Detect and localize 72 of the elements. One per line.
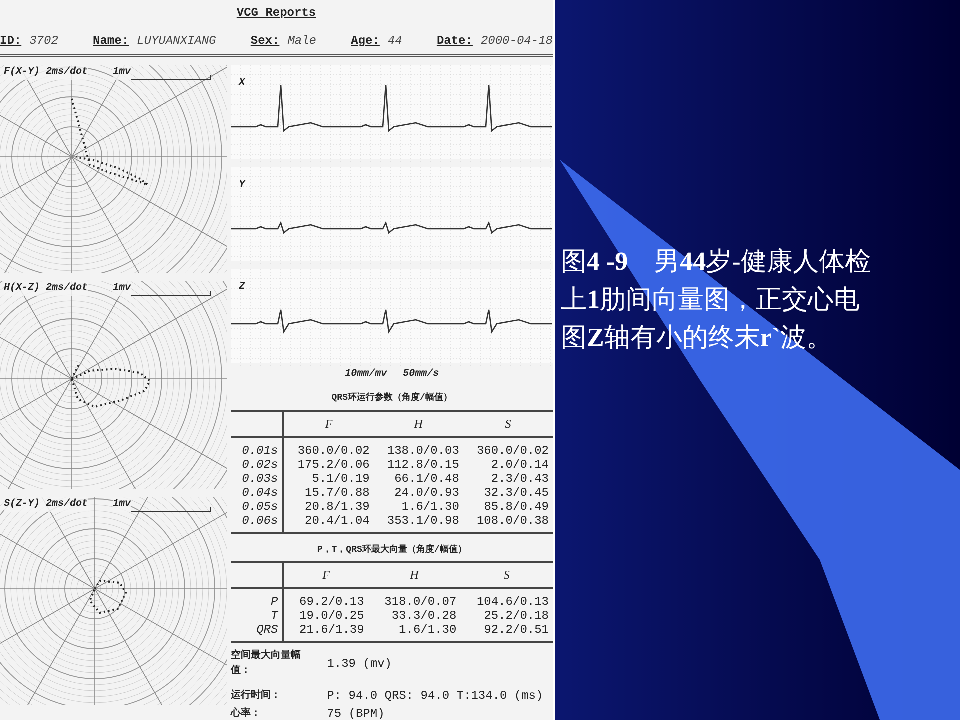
loop-label: S(Z-Y) 2ms/dot	[4, 497, 88, 512]
scale-label: 1mv	[112, 497, 131, 512]
row-label: 0.06s	[231, 514, 284, 532]
table-cell: 104.6/0.13	[460, 588, 553, 609]
table-cell-text: 2.3/0.43	[490, 472, 550, 486]
row-label: 0.02s	[231, 458, 284, 472]
table-cell-text: 24.0/0.93	[394, 486, 460, 500]
field-value: 2000-04-18	[480, 33, 553, 50]
field-label: ID:	[0, 33, 22, 50]
table-cell: 175.2/0.06	[283, 458, 374, 472]
row-label: 0.04s	[231, 486, 284, 500]
table-cell-text: 1.6/1.30	[400, 500, 460, 514]
row-label: P	[231, 588, 284, 609]
field-label: Name:	[93, 33, 130, 50]
table-cell-text: 25.2/0.18	[483, 609, 550, 623]
summary-value: 1.39 (mv)	[327, 656, 392, 673]
table-cell: 20.8/1.39	[283, 500, 374, 514]
field-value: Male	[288, 33, 316, 50]
table-cell: 92.2/0.51	[460, 623, 553, 642]
column-header: H	[374, 410, 464, 436]
table-cell: 5.1/0.19	[283, 472, 374, 486]
table-cell: 15.7/0.88	[283, 486, 374, 500]
field-value: LUYUANXIANG	[137, 33, 216, 50]
table-title: QRS环运行参数（角度/幅值）	[332, 393, 452, 403]
table-title: P，T，QRS环最大向量（角度/幅值）	[317, 544, 467, 554]
lead-label: Z	[239, 282, 246, 293]
field-label: Age:	[351, 33, 380, 50]
column-header: F	[283, 562, 368, 588]
table-cell: 69.2/0.13	[283, 588, 368, 609]
summary-label: 运行时间：	[231, 688, 282, 704]
table-cell: 360.0/0.02	[283, 436, 374, 458]
table-cell: 138.0/0.03	[374, 436, 464, 458]
row-label: QRS	[231, 623, 284, 642]
lead-label: X	[239, 78, 246, 89]
field-value: 3702	[30, 33, 58, 50]
loop-label: F(X-Y) 2ms/dot	[4, 65, 88, 80]
table-cell-text: 33.3/0.28	[390, 609, 458, 623]
table-cell: 19.0/0.25	[283, 609, 368, 623]
calibration-label: 10mm/mv	[345, 368, 388, 382]
table-cell: 108.0/0.38	[463, 514, 553, 532]
row-label: 0.03s	[231, 472, 284, 486]
summary-value: P: 94.0 QRS: 94.0 T:134.0 (ms)	[327, 688, 544, 705]
column-header: H	[368, 562, 461, 588]
column-header: S	[460, 562, 553, 588]
table-cell: 21.6/1.39	[283, 623, 368, 642]
field-value: 44	[388, 33, 402, 50]
row-label: T	[231, 609, 284, 623]
table-cell-text: 2.0/0.14	[490, 458, 550, 472]
table-cell: 318.0/0.07	[368, 588, 461, 609]
table-cell-text: 32.3/0.45	[483, 486, 550, 500]
summary-label: 空间最大向量幅值：	[231, 649, 302, 679]
table-cell: 353.1/0.98	[374, 514, 464, 532]
summary-value: 75 (BPM)	[327, 706, 385, 720]
table-cell-text: 66.1/0.48	[394, 472, 460, 486]
column-header: S	[463, 410, 553, 436]
scale-label: 1mv	[112, 65, 131, 80]
scale-label: 1mv	[112, 281, 131, 296]
table-cell: 1.6/1.30	[368, 623, 461, 642]
field-label: Sex:	[250, 33, 280, 50]
lead-label: Y	[239, 180, 246, 191]
table-cell-text: 112.8/0.15	[386, 458, 460, 472]
calibration-label: 50mm/s	[403, 368, 440, 382]
summary-label: 心率：	[231, 706, 262, 720]
loop-label: H(X-Z) 2ms/dot	[4, 281, 88, 296]
report-title: VCG Reports	[236, 6, 316, 20]
table-cell-text: 85.8/0.49	[483, 500, 550, 514]
column-header: F	[283, 410, 374, 436]
row-label: 0.01s	[231, 436, 284, 458]
table-cell: 20.4/1.04	[283, 514, 374, 532]
field-label: Date:	[436, 33, 473, 50]
row-label: 0.05s	[231, 500, 284, 514]
table-cell: 360.0/0.02	[463, 436, 553, 458]
